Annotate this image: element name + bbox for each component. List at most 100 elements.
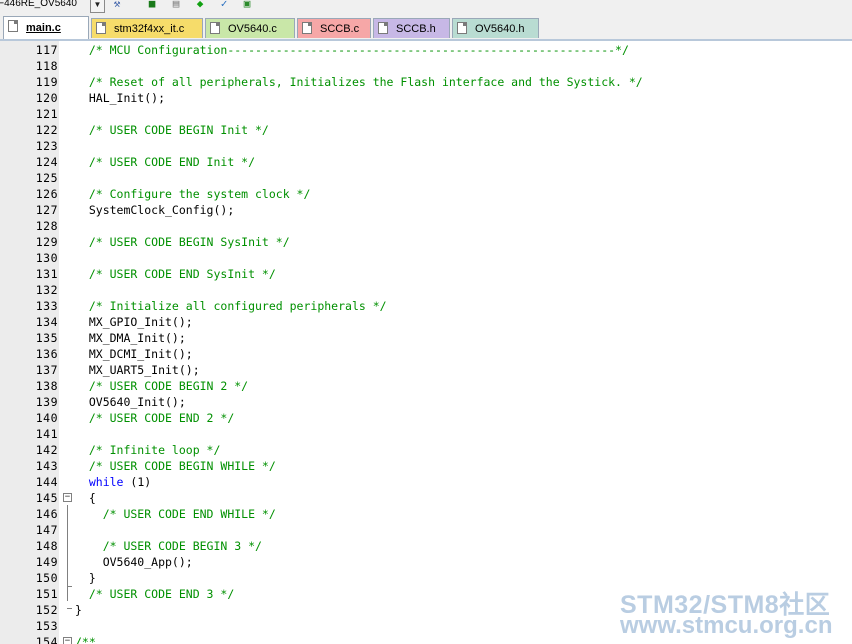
code-text[interactable]: /* USER CODE BEGIN 2 */ <box>75 378 248 394</box>
settings-icon[interactable]: ✓ <box>217 0 231 11</box>
code-line[interactable]: 147 <box>0 522 852 538</box>
code-text[interactable]: OV5640_App(); <box>75 554 193 570</box>
tab-main-c[interactable]: main.c <box>3 16 89 39</box>
target-select[interactable]: F446RE_OV5640 ▼ <box>0 0 105 13</box>
code-line[interactable]: 143 /* USER CODE BEGIN WHILE */ <box>0 458 852 474</box>
code-line[interactable]: 122 /* USER CODE BEGIN Init */ <box>0 122 852 138</box>
code-line[interactable]: 144 while (1) <box>0 474 852 490</box>
line-number: 136 <box>35 347 58 361</box>
code-line[interactable]: 148 /* USER CODE BEGIN 3 */ <box>0 538 852 554</box>
code-line[interactable]: 135 MX_DMA_Init(); <box>0 330 852 346</box>
line-number: 149 <box>35 555 58 569</box>
code-text[interactable]: MX_DCMI_Init(); <box>75 346 193 362</box>
line-number: 151 <box>35 587 58 601</box>
code-line[interactable]: 138 /* USER CODE BEGIN 2 */ <box>0 378 852 394</box>
code-line[interactable]: 133 /* Initialize all configured periphe… <box>0 298 852 314</box>
code-line[interactable]: 146 /* USER CODE END WHILE */ <box>0 506 852 522</box>
code-line[interactable]: 150 } <box>0 570 852 586</box>
code-text[interactable]: /* Infinite loop */ <box>75 442 221 458</box>
line-number: 128 <box>35 219 58 233</box>
code-line[interactable]: 119 /* Reset of all peripherals, Initial… <box>0 74 852 90</box>
code-text[interactable]: /* Reset of all peripherals, Initializes… <box>75 74 643 90</box>
code-text[interactable]: { <box>75 490 96 506</box>
code-text[interactable]: /* USER CODE BEGIN 3 */ <box>75 538 262 554</box>
line-number: 124 <box>35 155 58 169</box>
code-text[interactable]: /* MCU Configuration--------------------… <box>75 42 629 58</box>
code-line[interactable]: 149 OV5640_App(); <box>0 554 852 570</box>
line-number: 125 <box>35 171 58 185</box>
target-name: F446RE_OV5640 <box>0 0 77 9</box>
line-number: 127 <box>35 203 58 217</box>
line-number: 121 <box>35 107 58 121</box>
code-line[interactable]: 126 /* Configure the system clock */ <box>0 186 852 202</box>
code-editor[interactable]: 117 /* MCU Configuration----------------… <box>0 41 852 644</box>
code-line[interactable]: 130 <box>0 250 852 266</box>
code-text[interactable]: /* USER CODE END SysInit */ <box>75 266 276 282</box>
code-text[interactable]: MX_UART5_Init(); <box>75 362 200 378</box>
code-text[interactable]: OV5640_Init(); <box>75 394 186 410</box>
tab-ov5640-h[interactable]: OV5640.h <box>452 18 539 38</box>
code-line[interactable]: 123 <box>0 138 852 154</box>
tab-ov5640-c[interactable]: OV5640.c <box>205 18 295 38</box>
code-line[interactable]: 129 /* USER CODE BEGIN SysInit */ <box>0 234 852 250</box>
code-text[interactable]: /* Configure the system clock */ <box>75 186 311 202</box>
code-text[interactable]: /** <box>75 634 96 644</box>
tab-sccb-h[interactable]: SCCB.h <box>373 18 450 38</box>
line-number: 150 <box>35 571 58 585</box>
build-target-icon[interactable]: ⚒ <box>110 0 124 11</box>
tab-label: SCCB.h <box>396 22 436 35</box>
code-line[interactable]: 139 OV5640_Init(); <box>0 394 852 410</box>
line-number: 137 <box>35 363 58 377</box>
code-line[interactable]: 134 MX_GPIO_Init(); <box>0 314 852 330</box>
line-number: 148 <box>35 539 58 553</box>
line-number: 122 <box>35 123 58 137</box>
line-number: 129 <box>35 235 58 249</box>
code-text[interactable]: /* USER CODE END 3 */ <box>75 586 234 602</box>
code-text[interactable]: /* USER CODE END 2 */ <box>75 410 234 426</box>
code-text[interactable]: MX_GPIO_Init(); <box>75 314 193 330</box>
load-icon[interactable]: ■ <box>145 0 159 11</box>
code-line[interactable]: 136 MX_DCMI_Init(); <box>0 346 852 362</box>
line-number: 119 <box>35 75 58 89</box>
code-text[interactable]: HAL_Init(); <box>75 90 165 106</box>
tab-sccb-c[interactable]: SCCB.c <box>297 18 371 38</box>
code-text[interactable]: /* USER CODE END Init */ <box>75 154 255 170</box>
tab-stm32f4xx-it-c[interactable]: stm32f4xx_it.c <box>91 18 203 38</box>
code-line[interactable]: 141 <box>0 426 852 442</box>
code-line[interactable]: 132 <box>0 282 852 298</box>
file-icon <box>378 22 388 34</box>
debug-icon[interactable]: ◆ <box>193 0 207 11</box>
code-text[interactable]: SystemClock_Config(); <box>75 202 234 218</box>
code-line[interactable]: 120 HAL_Init(); <box>0 90 852 106</box>
code-line[interactable]: 117 /* MCU Configuration----------------… <box>0 42 852 58</box>
erase-icon[interactable]: ▤ <box>169 0 183 11</box>
code-text[interactable]: /* USER CODE END WHILE */ <box>75 506 276 522</box>
fold-toggle-icon[interactable]: − <box>63 493 72 502</box>
code-line[interactable]: 118 <box>0 58 852 74</box>
code-text[interactable]: /* USER CODE BEGIN Init */ <box>75 122 269 138</box>
dropdown-arrow-icon[interactable]: ▼ <box>90 0 105 13</box>
code-text[interactable]: } <box>75 602 82 618</box>
code-line[interactable]: 127 SystemClock_Config(); <box>0 202 852 218</box>
code-line[interactable]: 140 /* USER CODE END 2 */ <box>0 410 852 426</box>
fold-toggle-icon[interactable]: − <box>63 637 72 644</box>
code-text[interactable]: while (1) <box>75 474 151 490</box>
code-line[interactable]: 131 /* USER CODE END SysInit */ <box>0 266 852 282</box>
tab-label: main.c <box>26 22 61 34</box>
code-line[interactable]: 145 {− <box>0 490 852 506</box>
code-text[interactable]: } <box>75 570 96 586</box>
code-line[interactable]: 128 <box>0 218 852 234</box>
code-text[interactable]: /* USER CODE BEGIN SysInit */ <box>75 234 290 250</box>
line-number: 133 <box>35 299 58 313</box>
code-text[interactable]: MX_DMA_Init(); <box>75 330 186 346</box>
manage-icon[interactable]: ▣ <box>240 0 254 11</box>
toolbar: F446RE_OV5640 ▼ ⚒ ■ ▤ ◆ ✓ ▣ <box>0 0 852 13</box>
watermark-url: www.stmcu.org.cn <box>620 612 833 639</box>
code-line[interactable]: 142 /* Infinite loop */ <box>0 442 852 458</box>
code-line[interactable]: 124 /* USER CODE END Init */ <box>0 154 852 170</box>
code-text[interactable]: /* Initialize all configured peripherals… <box>75 298 387 314</box>
code-line[interactable]: 137 MX_UART5_Init(); <box>0 362 852 378</box>
code-line[interactable]: 121 <box>0 106 852 122</box>
code-text[interactable]: /* USER CODE BEGIN WHILE */ <box>75 458 276 474</box>
code-line[interactable]: 125 <box>0 170 852 186</box>
